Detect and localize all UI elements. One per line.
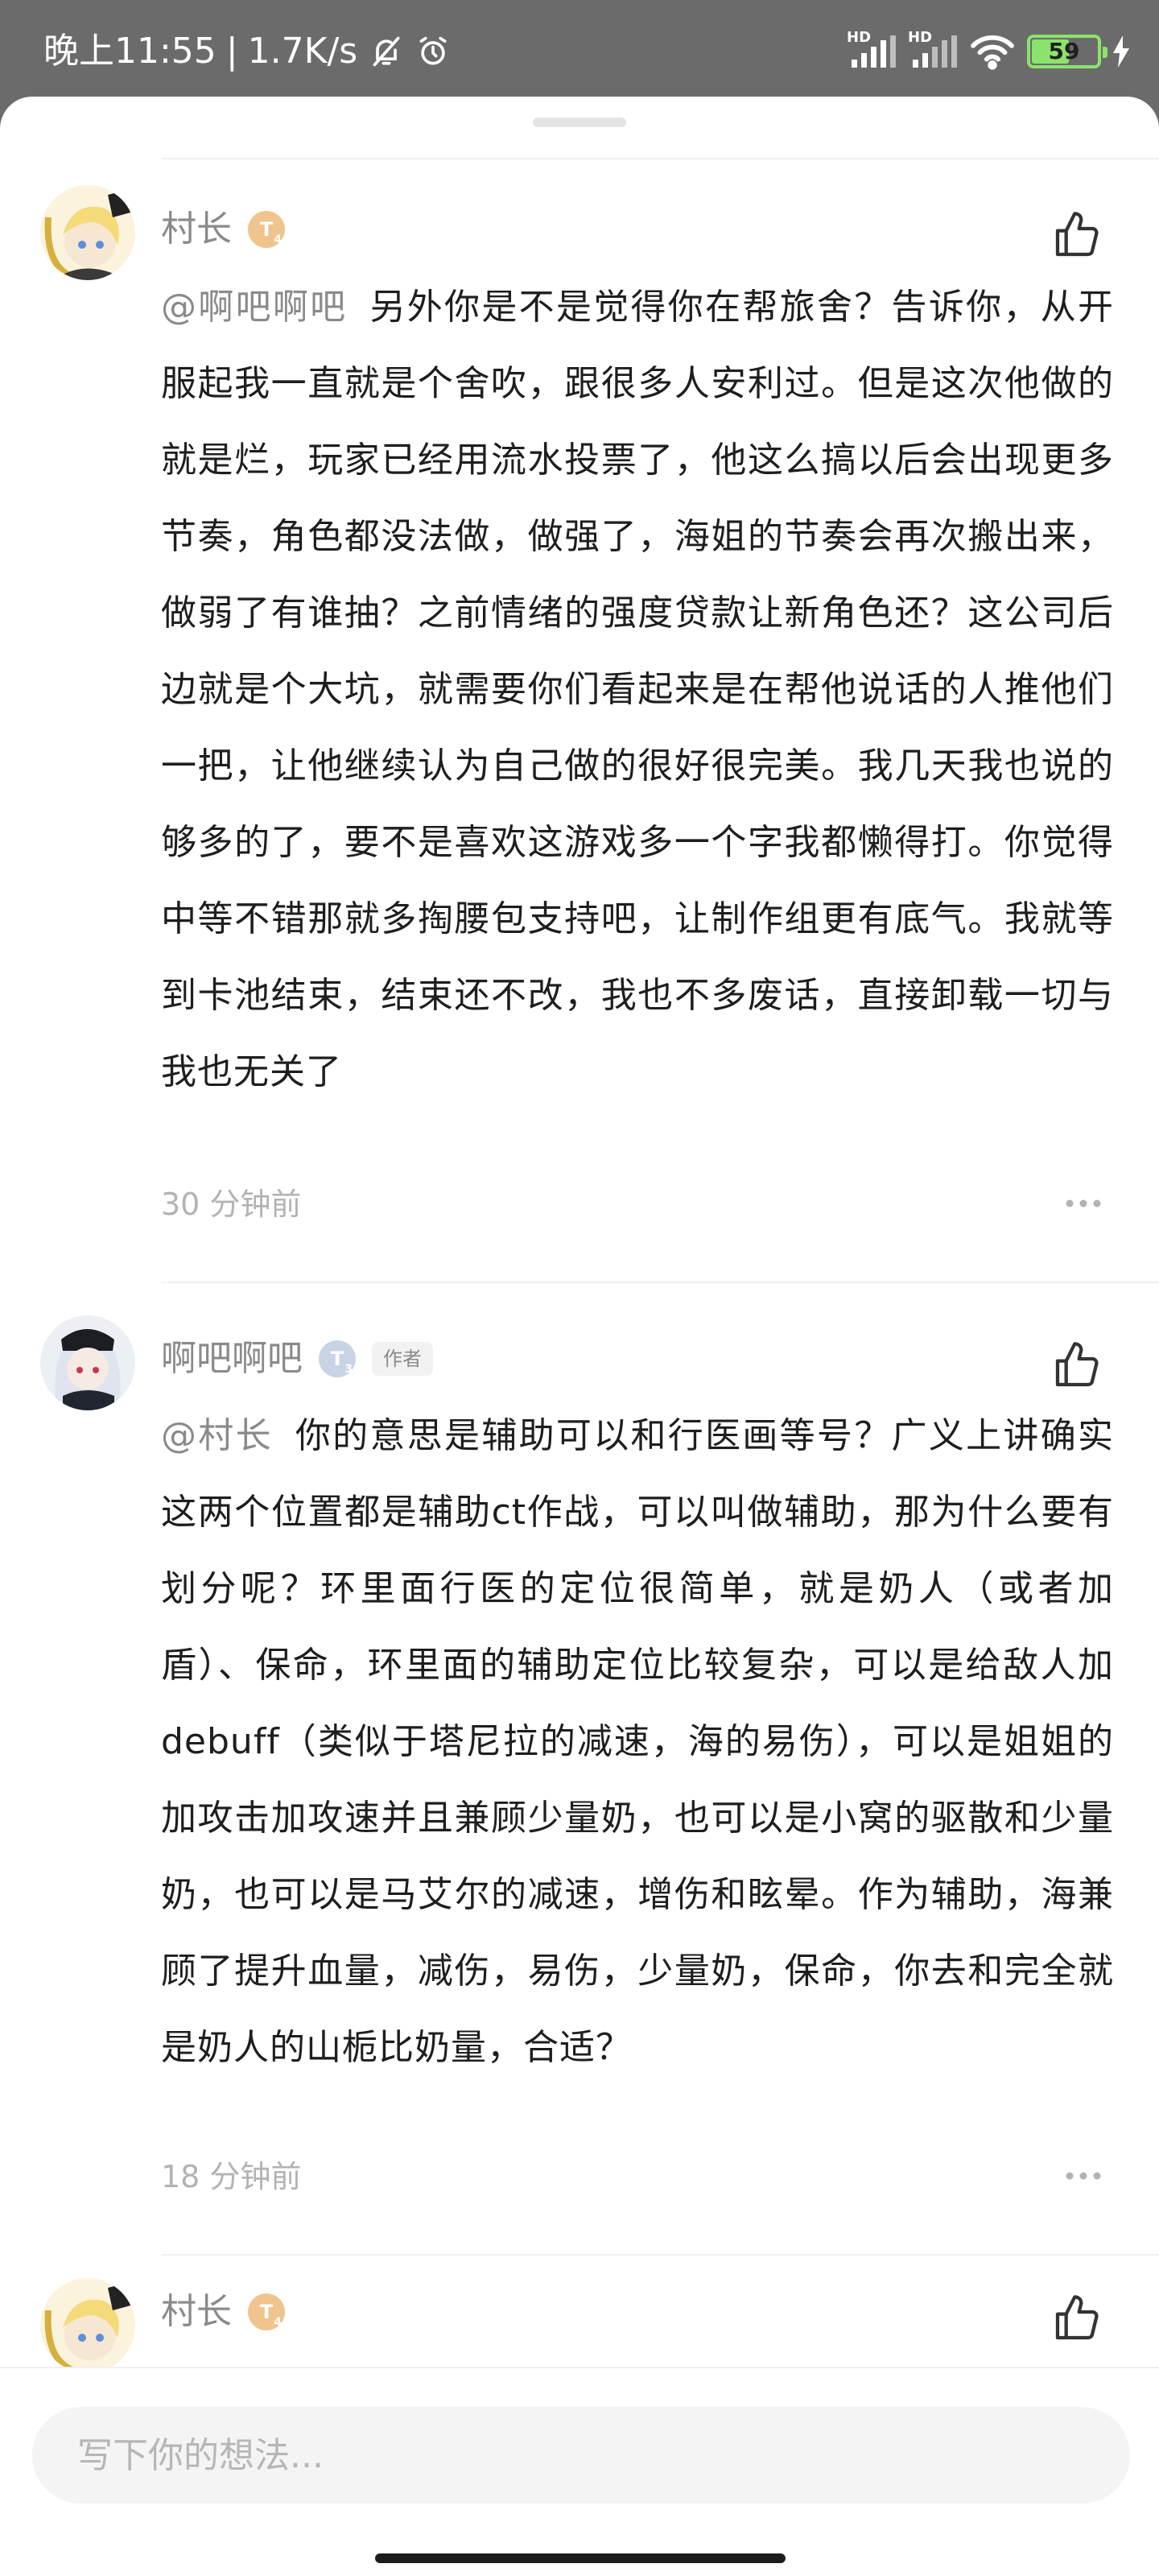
more-options-icon[interactable] xyxy=(1064,2170,1103,2182)
level-badge: T 4 xyxy=(248,211,285,248)
comment-input-bar xyxy=(0,2367,1159,2576)
comment-text: 另外你是不是觉得你在帮旅舍？告诉你，从开服起我一直就是个舍吹，跟很多人安利过。但… xyxy=(161,287,1115,1092)
home-indicator[interactable] xyxy=(375,2553,786,2563)
bell-off-icon xyxy=(369,34,404,69)
thumbs-up-icon[interactable] xyxy=(1051,1340,1103,1391)
charging-icon xyxy=(1112,35,1130,68)
status-separator: | xyxy=(225,31,238,72)
comment-body: @啊吧啊吧 另外你是不是觉得你在帮旅舍？告诉你，从开服起我一直就是个舍吹，跟很多人… xyxy=(161,269,1114,1110)
level-letter: T xyxy=(259,218,274,241)
status-bar: 晚上11:55 | 1.7K/s HD HD 59 xyxy=(0,0,1159,97)
battery-percent: 59 xyxy=(1048,38,1080,64)
author-tag: 作者 xyxy=(372,1342,433,1376)
level-number: 4 xyxy=(274,233,282,246)
thumbs-up-icon[interactable] xyxy=(1051,2293,1103,2344)
comment-meta: 30 分钟前 xyxy=(161,1180,1114,1228)
status-network-speed: 1.7K/s xyxy=(247,31,358,72)
comment-body: @村长 你的意思是辅助可以和行医画等号？广义上讲确实这两个位置都是辅助ct作战，可… xyxy=(161,1397,1114,2086)
avatar[interactable] xyxy=(40,1315,135,1410)
username[interactable]: 村长 xyxy=(161,2288,232,2336)
comment-sheet: 村长 T 4 @啊吧啊吧 另外你是不是觉得你在帮旅舍？告诉你，从开服起我一直就是个… xyxy=(0,97,1159,2576)
more-options-icon[interactable] xyxy=(1064,1198,1103,1209)
mention-link[interactable]: @啊吧啊吧 xyxy=(161,287,347,328)
signal-label: HD xyxy=(908,29,933,46)
battery-icon: 59 xyxy=(1027,35,1107,68)
comment-header: 村长 T 4 xyxy=(161,2288,285,2336)
avatar[interactable] xyxy=(40,185,135,280)
alarm-icon xyxy=(415,34,451,69)
divider xyxy=(161,1282,1159,1283)
level-badge: T 4 xyxy=(248,2293,285,2330)
comment-header: 村长 T 4 xyxy=(161,205,285,254)
status-right: HD HD 59 xyxy=(847,29,1130,74)
level-letter: T xyxy=(330,1348,344,1370)
comment-header: 啊吧啊吧 T 3 作者 xyxy=(161,1335,433,1383)
wifi-icon xyxy=(969,32,1016,71)
comment-meta: 18 分钟前 xyxy=(161,2153,1114,2201)
level-badge: T 3 xyxy=(319,1340,356,1377)
status-left: 晚上11:55 | 1.7K/s xyxy=(43,27,451,76)
signal-icon: HD xyxy=(847,29,897,71)
username[interactable]: 村长 xyxy=(161,205,232,254)
comment-input[interactable] xyxy=(32,2407,1130,2504)
username[interactable]: 啊吧啊吧 xyxy=(161,1335,303,1383)
timestamp: 30 分钟前 xyxy=(161,1187,302,1222)
signal-label: HD xyxy=(847,29,872,46)
divider xyxy=(161,158,1159,159)
mention-link[interactable]: @村长 xyxy=(161,1415,273,1456)
avatar[interactable] xyxy=(40,2278,135,2373)
timestamp: 18 分钟前 xyxy=(161,2159,302,2194)
signal-icon: HD xyxy=(908,29,958,71)
thumbs-up-icon[interactable] xyxy=(1051,209,1103,261)
status-time: 晚上11:55 xyxy=(43,31,217,72)
level-number: 3 xyxy=(344,1363,353,1376)
level-number: 4 xyxy=(274,2316,282,2329)
comment-text: 你的意思是辅助可以和行医画等号？广义上讲确实这两个位置都是辅助ct作战，可以叫做… xyxy=(161,1415,1114,2068)
level-letter: T xyxy=(259,2301,274,2323)
divider xyxy=(161,2254,1159,2256)
drag-handle[interactable] xyxy=(533,118,626,127)
